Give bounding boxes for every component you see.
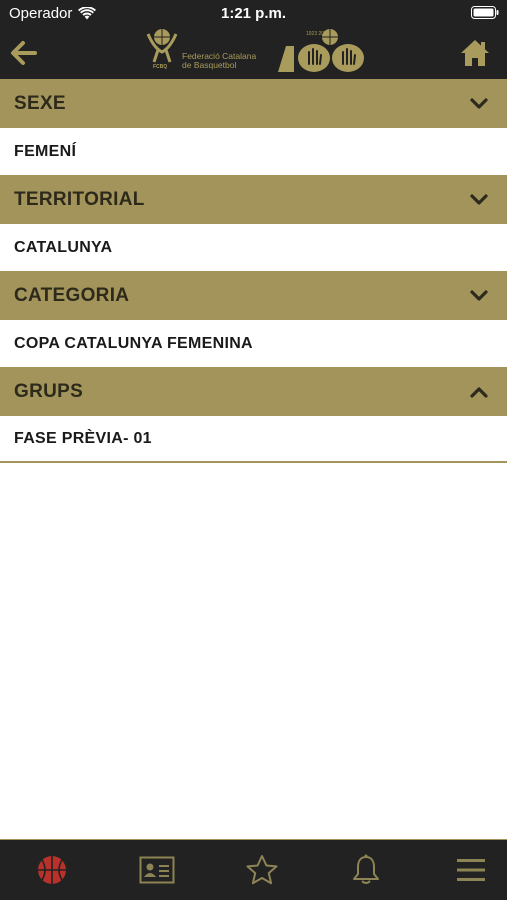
bottom-tab-bar bbox=[0, 839, 507, 900]
grups-header-label: GRUPS bbox=[14, 380, 84, 402]
filter-list: SEXE FEMENÍ TERRITORIAL CATALUNYA CATEGO… bbox=[0, 79, 507, 463]
sexe-value-label: FEMENÍ bbox=[14, 142, 77, 160]
tab-notifications[interactable] bbox=[346, 850, 386, 890]
territorial-section-header[interactable]: TERRITORIAL bbox=[0, 175, 507, 224]
home-icon[interactable] bbox=[459, 38, 491, 68]
basketball-icon bbox=[38, 856, 66, 884]
categoria-selected-value[interactable]: COPA CATALUNYA FEMENINA bbox=[0, 320, 507, 367]
sexe-header-label: SEXE bbox=[14, 92, 66, 114]
tab-menu[interactable] bbox=[451, 850, 491, 890]
logo-years: 1923 2023 bbox=[306, 31, 330, 37]
logo-abbreviation: FCBQ bbox=[153, 64, 168, 70]
chevron-down-icon bbox=[470, 289, 488, 301]
id-card-icon bbox=[139, 856, 175, 884]
categoria-value-label: COPA CATALUNYA FEMENINA bbox=[14, 334, 253, 352]
status-bar: Operador 1:21 p.m. bbox=[0, 0, 507, 28]
grups-selected-value[interactable]: FASE PRÈVIA- 01 bbox=[0, 416, 507, 463]
top-bar: Operador 1:21 p.m. FCBQ Federació Catala… bbox=[0, 0, 507, 79]
sexe-selected-value[interactable]: FEMENÍ bbox=[0, 128, 507, 175]
categoria-section-header[interactable]: CATEGORIA bbox=[0, 271, 507, 320]
categoria-header-label: CATEGORIA bbox=[14, 284, 130, 306]
chevron-down-icon bbox=[470, 193, 488, 205]
back-arrow-icon[interactable] bbox=[10, 40, 38, 66]
fcbq-centenary-logo: FCBQ Federació Catalana de Basquetbol 19… bbox=[140, 28, 368, 76]
territorial-value-label: CATALUNYA bbox=[14, 238, 113, 256]
grups-value-label: FASE PRÈVIA- 01 bbox=[14, 429, 152, 447]
menu-icon bbox=[457, 859, 485, 881]
logo-org-name: Federació Catalana de Basquetbol bbox=[182, 51, 257, 70]
nav-bar: FCBQ Federació Catalana de Basquetbol 19… bbox=[0, 28, 507, 79]
grups-section-header[interactable]: GRUPS bbox=[0, 367, 507, 416]
battery-icon bbox=[471, 6, 499, 19]
territorial-selected-value[interactable]: CATALUNYA bbox=[0, 224, 507, 271]
chevron-down-icon bbox=[470, 97, 488, 109]
status-time: 1:21 p.m. bbox=[220, 5, 287, 22]
tab-competitions[interactable] bbox=[32, 850, 72, 890]
tab-favorites[interactable] bbox=[242, 850, 282, 890]
sexe-section-header[interactable]: SEXE bbox=[0, 79, 507, 128]
chevron-up-icon bbox=[470, 386, 488, 398]
territorial-header-label: TERRITORIAL bbox=[14, 188, 145, 210]
tab-license[interactable] bbox=[137, 850, 177, 890]
screen: Operador 1:21 p.m. FCBQ Federació Catala… bbox=[0, 0, 507, 900]
basketball-player-logo-icon bbox=[146, 29, 178, 63]
star-icon bbox=[246, 855, 277, 885]
bell-icon bbox=[353, 854, 380, 884]
